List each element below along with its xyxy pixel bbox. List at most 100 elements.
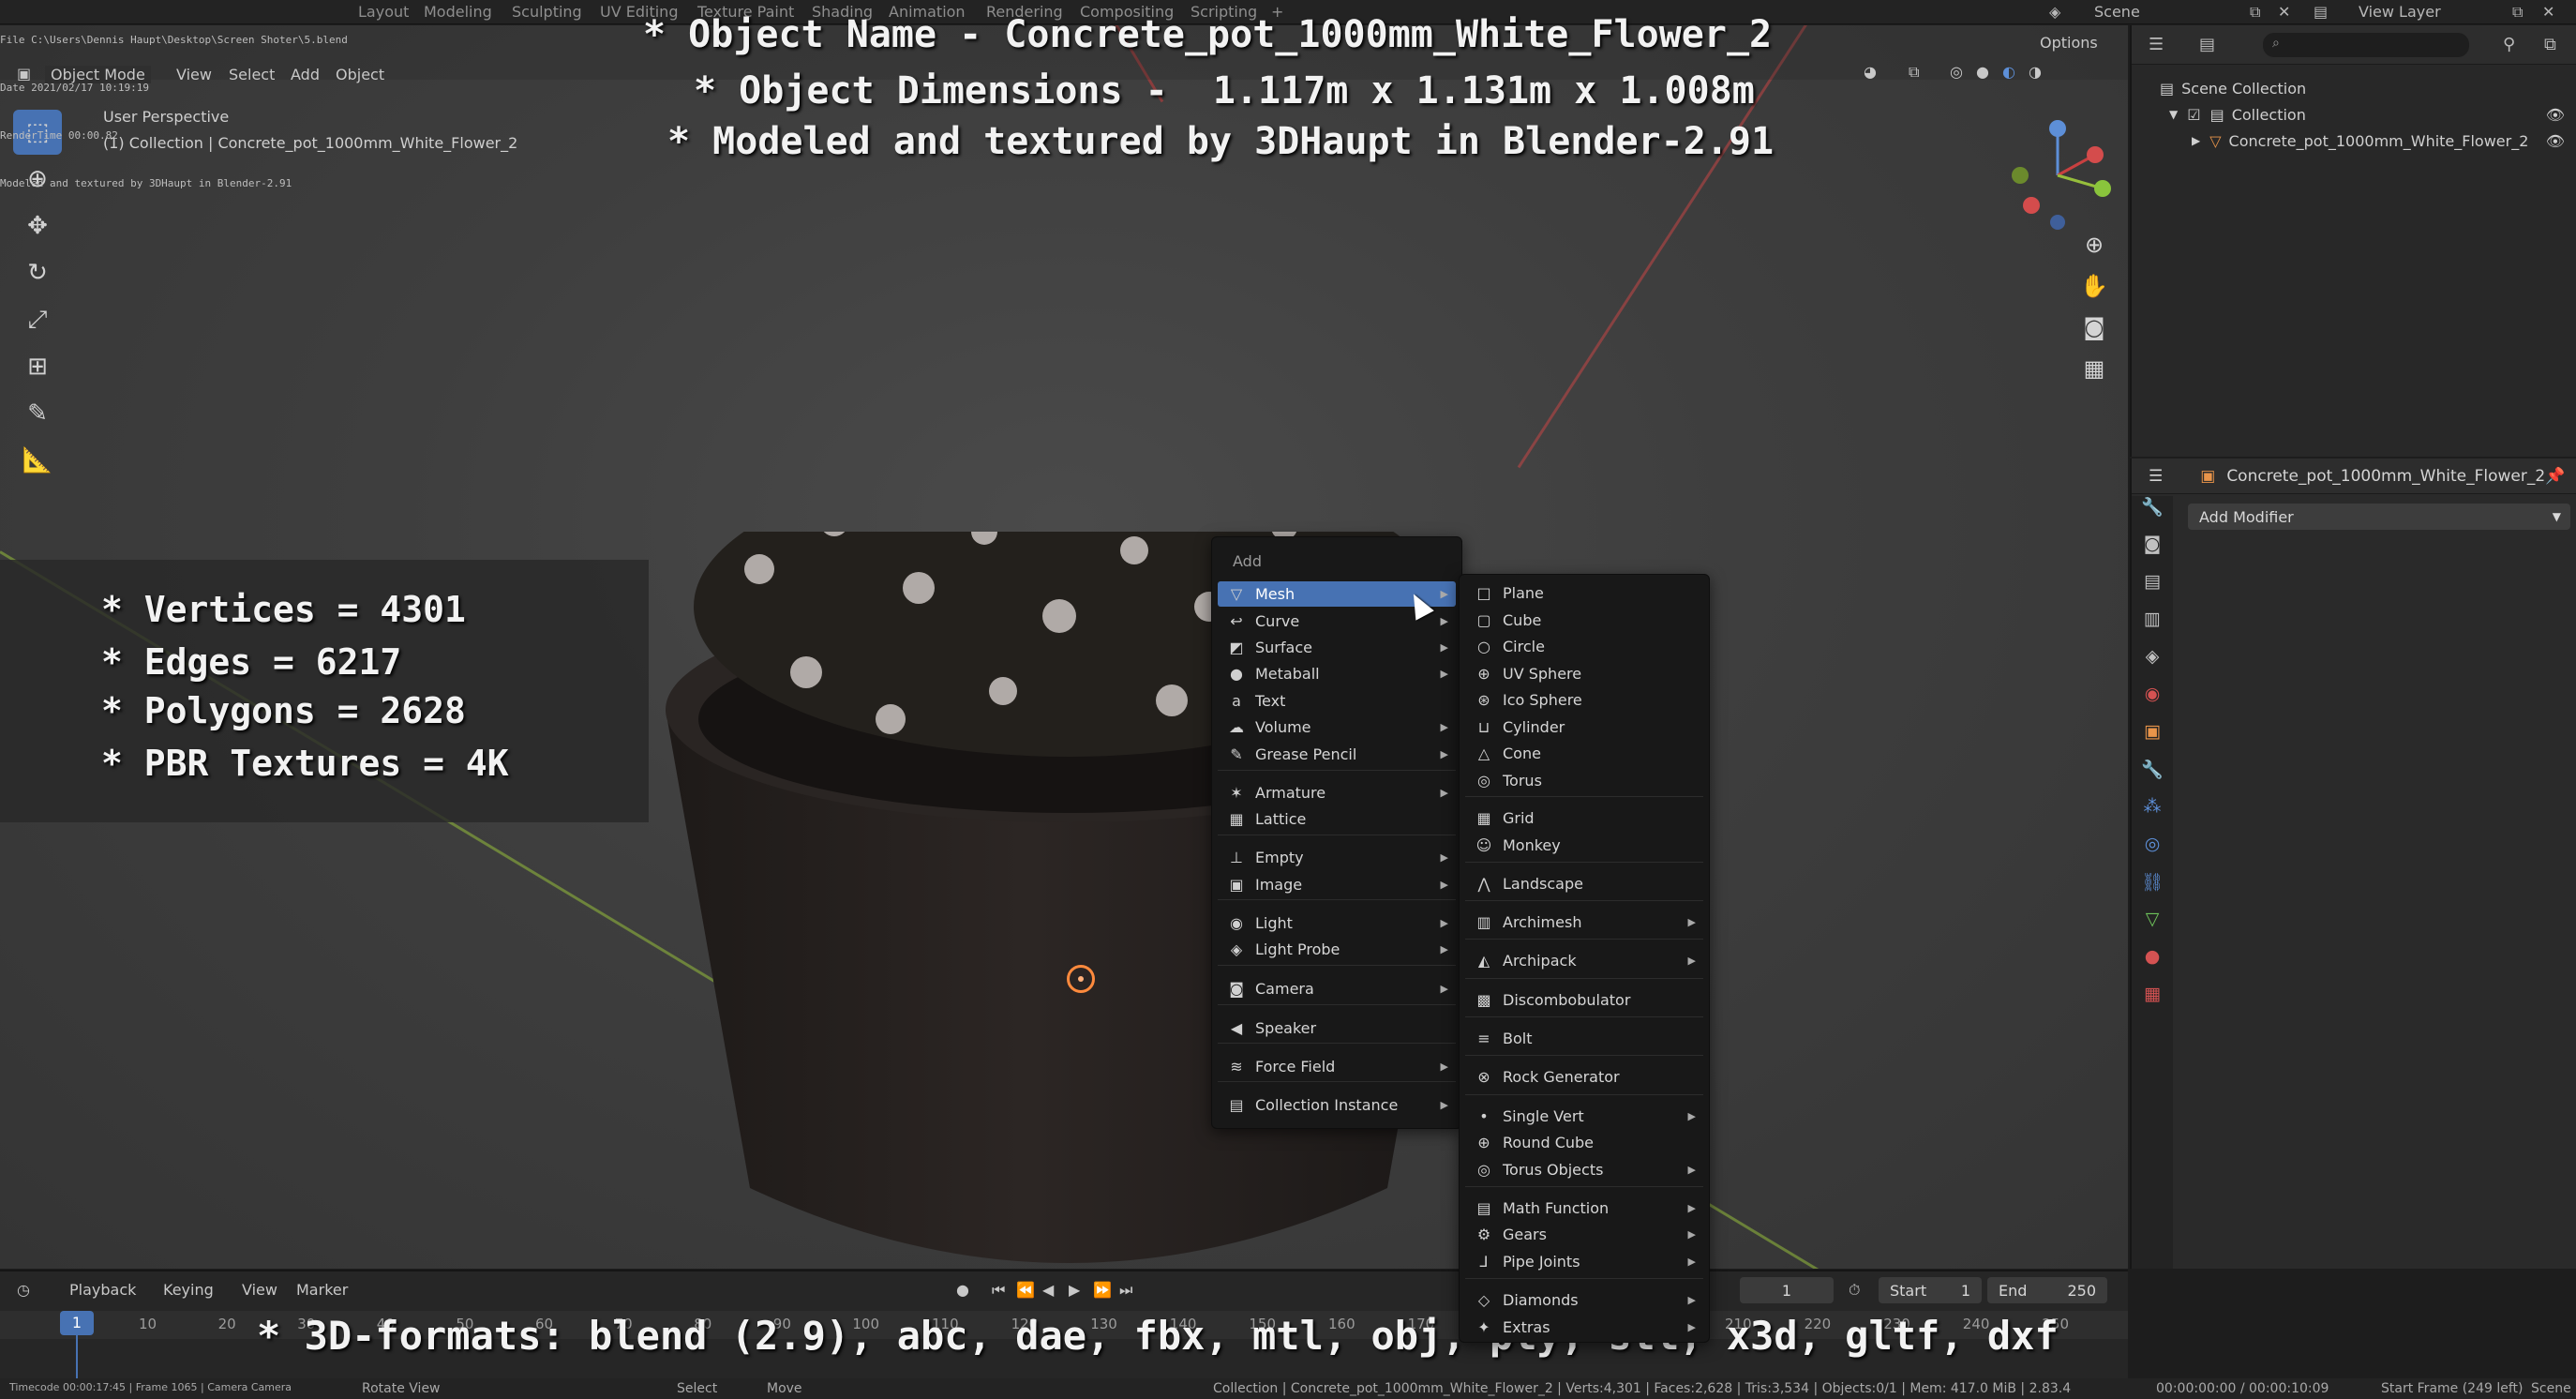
view-layer-new-icon[interactable]: ⧉ xyxy=(2512,3,2523,22)
mesh-menu-item-circle[interactable]: ○ Circle xyxy=(1465,634,1703,659)
overlays-icon[interactable]: ◕ xyxy=(1864,63,1877,81)
play-icon[interactable]: ▶ xyxy=(1069,1281,1080,1299)
add-menu-item-image[interactable]: ▣ Image ▶ xyxy=(1218,872,1456,897)
view-layer-tab-icon[interactable]: ▥ xyxy=(2132,609,2173,646)
mesh-menu-item-grid[interactable]: ▦ Grid xyxy=(1465,805,1703,831)
playhead-frame-badge[interactable]: 1 xyxy=(60,1311,94,1335)
mesh-menu-item-torus[interactable]: ◎ Torus xyxy=(1465,768,1703,793)
mesh-menu-item-archipack[interactable]: ◭ Archipack ▶ xyxy=(1465,948,1703,973)
playback-menu[interactable]: Playback xyxy=(69,1281,136,1299)
end-frame-field[interactable]: End 250 xyxy=(1987,1277,2107,1303)
add-menu-item-collection-instance[interactable]: ▤ Collection Instance ▶ xyxy=(1218,1092,1456,1118)
mesh-menu-item-round-cube[interactable]: ⊕ Round Cube xyxy=(1465,1130,1703,1155)
properties-editor-icon[interactable]: ☰ xyxy=(2149,467,2163,486)
start-frame-field[interactable]: Start 1 xyxy=(1879,1277,1982,1303)
mesh-menu-item-landscape[interactable]: ⋀ Landscape xyxy=(1465,871,1703,896)
record-button[interactable]: ● xyxy=(956,1281,969,1299)
mesh-menu-item-pipe-joints[interactable]: ⅃ Pipe Joints ▶ xyxy=(1465,1249,1703,1274)
mesh-menu-item-cone[interactable]: △ Cone xyxy=(1465,741,1703,766)
current-frame-field[interactable]: 1 xyxy=(1740,1277,1834,1303)
jump-end-icon[interactable]: ⏭ xyxy=(1119,1281,1132,1300)
add-menu-item-camera[interactable]: ◙ Camera ▶ xyxy=(1218,976,1456,1001)
add-menu-item-speaker[interactable]: ◀ Speaker xyxy=(1218,1015,1456,1041)
texture-tab-icon[interactable]: ▦ xyxy=(2132,984,2173,1021)
data-tab-icon[interactable]: ▽ xyxy=(2132,909,2173,946)
wireframe-icon[interactable]: ◎ xyxy=(1950,63,1963,81)
mesh-menu-item-diamonds[interactable]: ◇ Diamonds ▶ xyxy=(1465,1287,1703,1313)
filter-icon[interactable]: ⚲ xyxy=(2503,35,2515,54)
output-tab-icon[interactable]: ▤ xyxy=(2132,571,2173,609)
mesh-menu-item-single-vert[interactable]: • Single Vert ▶ xyxy=(1465,1104,1703,1129)
render-tab-icon[interactable]: ◙ xyxy=(2132,534,2173,571)
add-menu-item-light-probe[interactable]: ◈ Light Probe ▶ xyxy=(1218,937,1456,962)
modifier-tab-icon[interactable]: 🔧 xyxy=(2132,759,2173,796)
scene-icon[interactable]: ◈ xyxy=(2049,3,2060,21)
mesh-menu-item-uv-sphere[interactable]: ⊕ UV Sphere xyxy=(1465,661,1703,686)
view-layer-selector[interactable]: View Layer xyxy=(2359,3,2441,21)
add-menu-item-text[interactable]: a Text xyxy=(1218,688,1456,714)
outliner-row-object[interactable]: ▶ ▽ Concrete_pot_1000mm_White_Flower_2 👁 xyxy=(2192,128,2572,153)
move-tool-icon[interactable]: ✥ xyxy=(13,203,62,248)
view-layer-icon[interactable]: ▤ xyxy=(2314,3,2328,21)
add-menu-item-light[interactable]: ◉ Light ▶ xyxy=(1218,910,1456,936)
mesh-menu-item-cylinder[interactable]: ⊔ Cylinder xyxy=(1465,715,1703,740)
mesh-menu-item-bolt[interactable]: ≡ Bolt xyxy=(1465,1026,1703,1051)
mesh-menu-item-gears[interactable]: ⚙ Gears ▶ xyxy=(1465,1222,1703,1247)
add-menu-item-armature[interactable]: ✶ Armature ▶ xyxy=(1218,780,1456,805)
scale-tool-icon[interactable]: ⤢ xyxy=(13,297,62,342)
jump-start-icon[interactable]: ⏮ xyxy=(992,1281,1005,1300)
pan-hand-icon[interactable]: ✋ xyxy=(2076,273,2112,314)
display-mode-icon[interactable]: ▤ xyxy=(2199,35,2215,54)
outliner-editor-icon[interactable]: ☰ xyxy=(2149,35,2164,54)
tab-layout[interactable]: Layout xyxy=(358,3,409,21)
add-menu-item-empty[interactable]: ⊥ Empty ▶ xyxy=(1218,845,1456,870)
mesh-menu-item-rock-generator[interactable]: ⊗ Rock Generator xyxy=(1465,1064,1703,1090)
add-menu-item-surface[interactable]: ◩ Surface ▶ xyxy=(1218,635,1456,660)
timeline-editor-icon[interactable]: ◷ xyxy=(17,1281,30,1299)
clock-icon[interactable]: ⏱ xyxy=(1849,1281,1860,1300)
ortho-grid-icon[interactable]: ▦ xyxy=(2076,355,2112,397)
mesh-menu-item-extras[interactable]: ✦ Extras ▶ xyxy=(1465,1315,1703,1340)
navigation-gizmo[interactable] xyxy=(2001,119,2114,232)
scene-new-icon[interactable]: ⧉ xyxy=(2250,3,2260,22)
shading-material-icon[interactable]: ◐ xyxy=(2002,63,2015,81)
view-layer-close-icon[interactable]: ✕ xyxy=(2542,3,2554,21)
measure-tool-icon[interactable]: 📐 xyxy=(13,438,62,483)
mesh-menu-item-monkey[interactable]: ☺ Monkey xyxy=(1465,833,1703,858)
outliner-row-collection[interactable]: ▼ ☑ ▤ Collection 👁 xyxy=(2169,102,2572,127)
next-keyframe-icon[interactable]: ⏩ xyxy=(1093,1281,1112,1299)
add-menu-item-lattice[interactable]: ▦ Lattice xyxy=(1218,806,1456,832)
add-menu-item-metaball[interactable]: ● Metaball ▶ xyxy=(1218,661,1456,686)
keying-menu[interactable]: Keying xyxy=(163,1281,214,1299)
rotate-tool-icon[interactable]: ↻ xyxy=(13,250,62,295)
scene-selector[interactable]: Scene xyxy=(2094,3,2140,21)
mesh-menu-item-math-function[interactable]: ▤ Math Function ▶ xyxy=(1465,1196,1703,1221)
options-dropdown[interactable]: Options xyxy=(2040,34,2098,52)
mesh-menu-item-torus-objects[interactable]: ◎ Torus Objects ▶ xyxy=(1465,1157,1703,1182)
new-collection-icon[interactable]: ⧉ xyxy=(2544,35,2556,54)
tool-tab-icon[interactable]: 🔧 xyxy=(2132,496,2173,534)
view-menu[interactable]: View xyxy=(242,1281,277,1299)
scene-tab-icon[interactable]: ◈ xyxy=(2132,646,2173,684)
tab-modeling[interactable]: Modeling xyxy=(424,3,492,21)
zoom-icon[interactable]: ⊕ xyxy=(2076,232,2112,273)
camera-view-icon[interactable]: ◙ xyxy=(2076,314,2112,355)
visibility-eye-icon[interactable]: 👁 xyxy=(2546,132,2565,150)
particles-tab-icon[interactable]: ⁂ xyxy=(2132,796,2173,834)
world-tab-icon[interactable]: ◉ xyxy=(2132,684,2173,721)
xray-icon[interactable]: ⧉ xyxy=(1909,63,1919,82)
include-checkbox[interactable]: ☑ xyxy=(2187,106,2200,124)
shading-solid-icon[interactable]: ● xyxy=(1976,63,1989,81)
prev-keyframe-icon[interactable]: ⏪ xyxy=(1016,1281,1035,1299)
expand-arrow-icon[interactable]: ▶ xyxy=(2192,134,2200,147)
scene-close-icon[interactable]: ✕ xyxy=(2278,3,2290,21)
marker-menu[interactable]: Marker xyxy=(296,1281,348,1299)
shading-rendered-icon[interactable]: ◑ xyxy=(2029,63,2042,81)
annotate-tool-icon[interactable]: ✎ xyxy=(13,391,62,436)
material-tab-icon[interactable]: ● xyxy=(2132,946,2173,984)
expand-arrow-icon[interactable]: ▼ xyxy=(2169,108,2178,121)
add-menu-item-force-field[interactable]: ≋ Force Field ▶ xyxy=(1218,1054,1456,1079)
mesh-menu-item-ico-sphere[interactable]: ⊛ Ico Sphere xyxy=(1465,687,1703,713)
physics-tab-icon[interactable]: ◎ xyxy=(2132,834,2173,871)
mesh-menu-item-archimesh[interactable]: ▥ Archimesh ▶ xyxy=(1465,910,1703,935)
